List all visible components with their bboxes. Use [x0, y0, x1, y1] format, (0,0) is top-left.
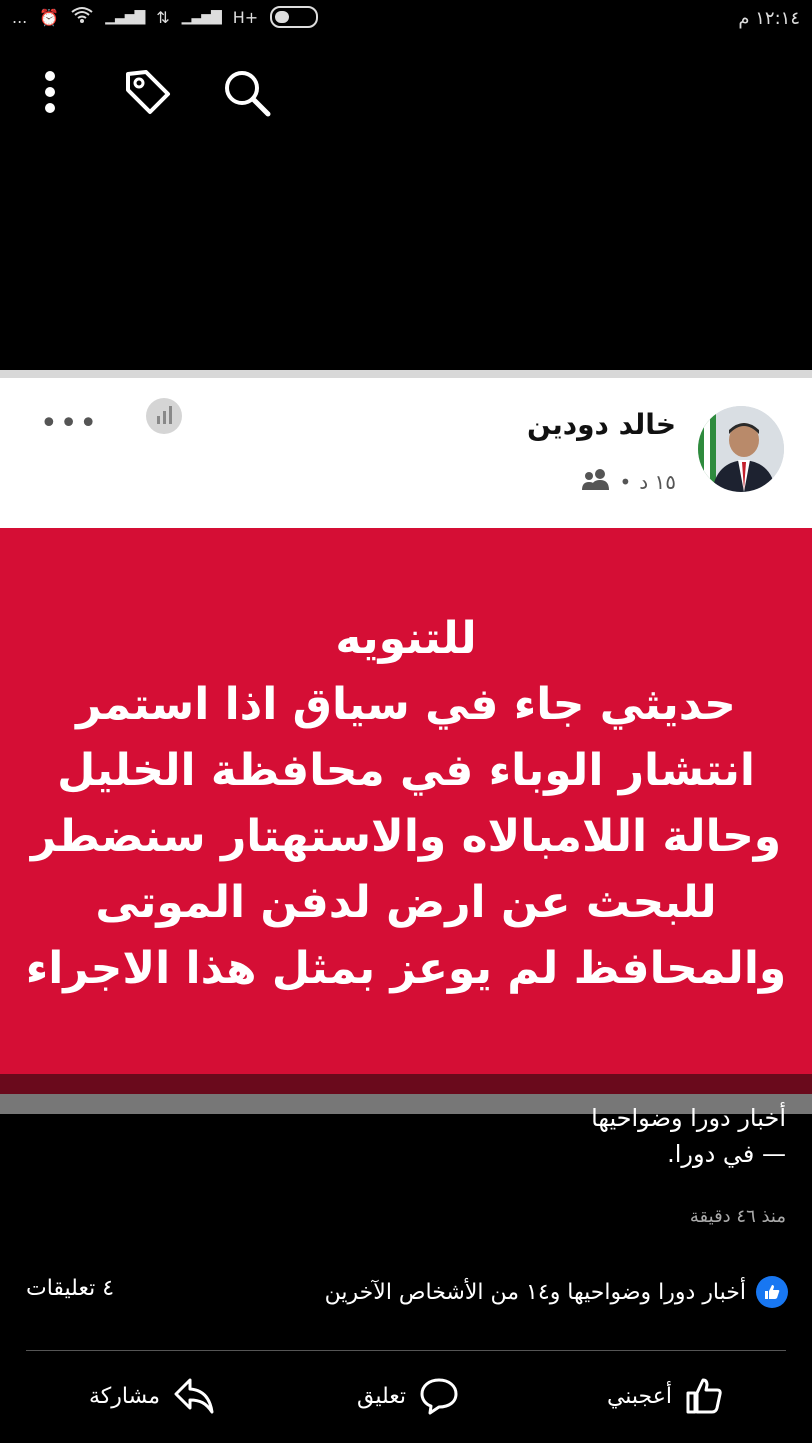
- image-line: حديثي جاء في سياق اذا استمر: [76, 679, 736, 730]
- like-reaction-icon: [756, 1276, 788, 1308]
- like-button[interactable]: أعجبني: [607, 1376, 724, 1416]
- post-time: ١٥ د: [639, 469, 676, 494]
- share-label: مشاركة: [88, 1383, 160, 1409]
- comment-icon: [418, 1376, 460, 1416]
- more-status-icon: ...: [12, 7, 28, 27]
- image-line: وحالة اللامبالاه والاستهتار سنضطر: [30, 811, 782, 862]
- friends-icon: [581, 468, 611, 495]
- status-time: ١٢:١٤ م: [738, 8, 800, 29]
- comments-count[interactable]: ٤ تعليقات: [26, 1276, 114, 1301]
- status-bar: ... ⏰ ▁▃▅▇ ⇅ ▁▃▅▇ H+ ١٢:١٤ م: [0, 0, 812, 40]
- signal-icon: ▁▃▅▇: [105, 9, 145, 25]
- actions-divider: [26, 1350, 786, 1351]
- post-author[interactable]: خالد دودين: [527, 408, 676, 441]
- search-icon[interactable]: [220, 66, 272, 118]
- reactions-summary[interactable]: أخبار دورا وضواحيها و١٤ من الأشخاص الآخر…: [325, 1276, 788, 1308]
- status-icons: ... ⏰ ▁▃▅▇ ⇅ ▁▃▅▇ H+: [12, 6, 319, 28]
- signal-icon-2: ▁▃▅▇: [181, 9, 222, 25]
- separator-dot: •: [619, 469, 632, 494]
- caption-page-name[interactable]: أخبار دورا وضواحيها: [591, 1100, 786, 1136]
- comment-button[interactable]: تعليق: [357, 1376, 460, 1416]
- image-line: انتشار الوباء في محافظة الخليل: [57, 745, 755, 796]
- more-vertical-icon[interactable]: [24, 66, 76, 118]
- post-caption: أخبار دورا وضواحيها — في دورا.: [591, 1100, 786, 1172]
- avatar[interactable]: [698, 406, 784, 492]
- thumbs-up-icon: [684, 1376, 724, 1416]
- image-line: والمحافظ لم يوعز بمثل هذا الاجراء: [25, 943, 787, 994]
- data-transfer-icon: ⇅: [156, 7, 170, 27]
- share-button[interactable]: مشاركة: [89, 1376, 216, 1416]
- like-label: أعجبني: [606, 1383, 672, 1409]
- insights-icon[interactable]: [146, 398, 182, 434]
- post-image[interactable]: للتنويه حديثي جاء في سياق اذا استمر انتش…: [0, 528, 812, 1074]
- share-icon: [172, 1376, 216, 1416]
- wifi-icon: [71, 6, 93, 28]
- caption-location[interactable]: — في دورا.: [591, 1136, 786, 1172]
- comment-label: تعليق: [356, 1383, 406, 1409]
- card-divider: [0, 370, 812, 378]
- post-meta: ١٥ د •: [581, 468, 676, 495]
- network-type: H+: [232, 7, 259, 27]
- tag-icon[interactable]: [122, 66, 174, 118]
- caption-time-ago: منذ ٤٦ دقيقة: [689, 1206, 786, 1227]
- post-image-text: للتنويه حديثي جاء في سياق اذا استمر انتش…: [0, 606, 812, 1002]
- post-header: خالد دودين ١٥ د • •••: [0, 378, 812, 528]
- battery-icon: [270, 6, 319, 28]
- alarm-icon: ⏰: [39, 7, 60, 27]
- image-line: للبحث عن ارض لدفن الموتى: [95, 877, 717, 928]
- reactions-text: أخبار دورا وضواحيها و١٤ من الأشخاص الآخر…: [324, 1279, 746, 1305]
- post-more-icon[interactable]: •••: [40, 406, 99, 441]
- image-bottom-band: [0, 1074, 812, 1094]
- image-line: للتنويه: [335, 613, 477, 664]
